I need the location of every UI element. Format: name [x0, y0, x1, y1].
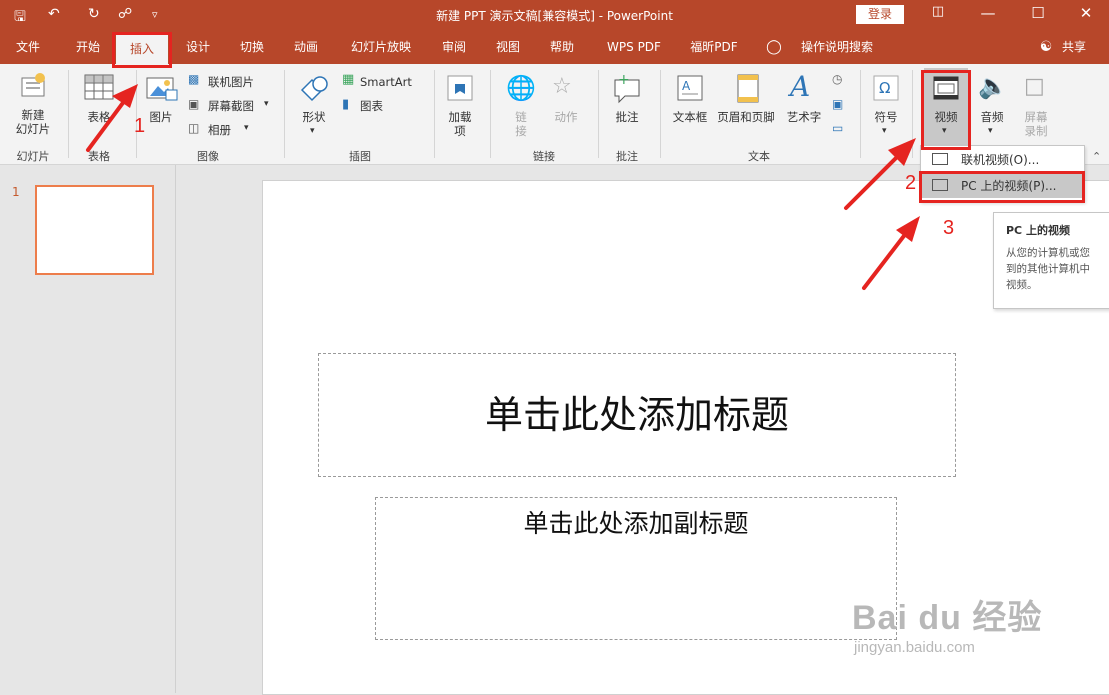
- watermark-url: jingyan.baidu.com: [854, 639, 975, 656]
- watermark-logo: Bai du 经验: [852, 599, 1043, 637]
- arrow-3-head: [896, 216, 920, 242]
- baidu-watermark: Bai du 经验 jingyan.baidu.com: [852, 590, 1042, 656]
- step-label-1: 1: [134, 115, 146, 137]
- arrow-1-head: [112, 84, 138, 108]
- step-label-3: 3: [943, 217, 955, 239]
- arrow-1-shaft: [86, 94, 130, 152]
- arrow-3-shaft: [862, 226, 912, 290]
- step-label-2: 2: [905, 172, 917, 194]
- arrow-2-shaft: [844, 148, 906, 210]
